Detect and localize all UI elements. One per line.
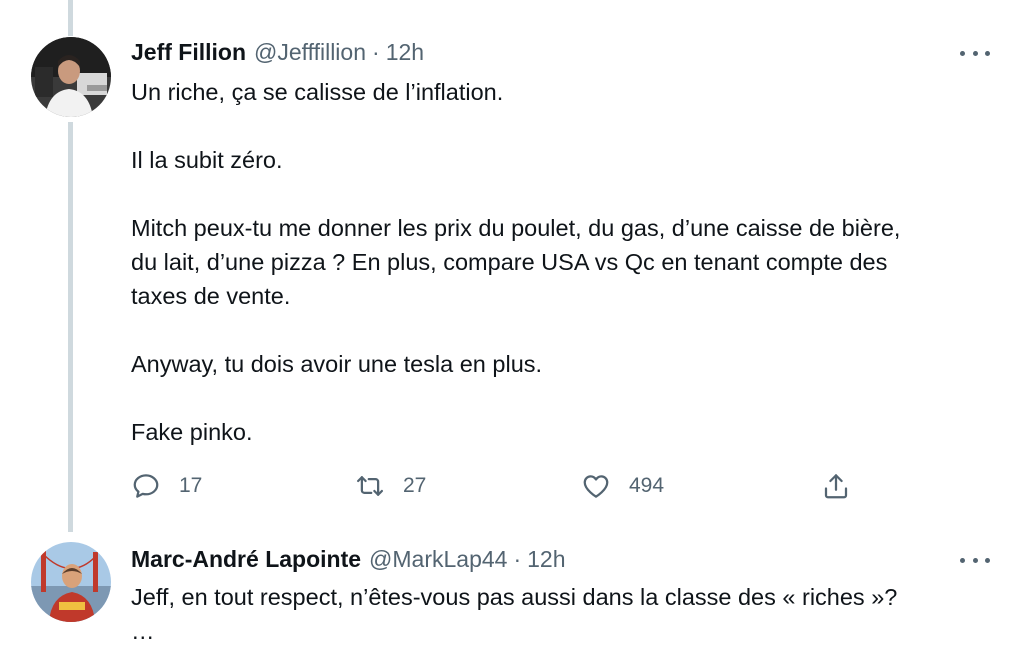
reply-bubble-icon [133,474,159,498]
avatar-marc-andre-lapointe[interactable] [31,542,111,622]
retweet-button[interactable]: 27 [355,468,426,504]
tweet-paragraph: Un riche, ça se calisse de l’inflation. [131,79,504,105]
thread-connector-top [68,0,73,36]
tweet-action-bar: 17 27 494 [131,468,871,504]
share-icon [824,474,848,499]
reply-button[interactable]: 17 [131,468,202,504]
header-separator: · [372,39,380,65]
header-separator: · [513,546,522,572]
author-name[interactable]: Marc-André Lapointe [131,545,361,573]
reply-count: 17 [179,474,203,497]
avatar-jeff-fillion[interactable] [31,37,111,117]
tweet-paragraph: Anyway, tu dois avoir une tesla en plus. [131,351,543,377]
author-name[interactable]: Jeff Fillion [131,38,246,66]
tweet-header: Marc-André Lapointe @MarkLap44 · 12h [131,545,566,573]
tweet-header: Jeff Fillion @Jefffillion · 12h [131,38,424,66]
heart-icon [583,475,609,498]
retweet-count: 27 [403,474,427,497]
like-count: 494 [629,474,665,497]
tweet-paragraph: Fake pinko. [131,419,253,445]
more-dots-icon[interactable] [960,48,990,58]
share-button[interactable] [821,468,851,504]
author-handle[interactable]: @Jefffillion [254,38,366,66]
tweet-timestamp[interactable]: 12h [527,545,565,573]
tweet-body: Un riche, ça se calisse de l’inflation. … [131,75,900,449]
thread-connector [68,122,73,532]
tweet-thread: Jeff Fillion @Jefffillion · 12h Un riche… [0,0,1018,660]
tweet-paragraph: Il la subit zéro. [131,147,283,173]
tweet-paragraph: Jeff, en tout respect, n’êtes-vous pas a… [131,584,898,644]
retweet-icon [357,476,383,496]
tweet-body: Jeff, en tout respect, n’êtes-vous pas a… [131,580,897,648]
like-button[interactable]: 494 [581,468,664,504]
tweet-paragraph: Mitch peux-tu me donner les prix du poul… [131,215,901,309]
tweet-timestamp[interactable]: 12h [386,38,424,66]
more-dots-icon[interactable] [960,555,990,565]
author-handle[interactable]: @MarkLap44 [369,545,507,573]
